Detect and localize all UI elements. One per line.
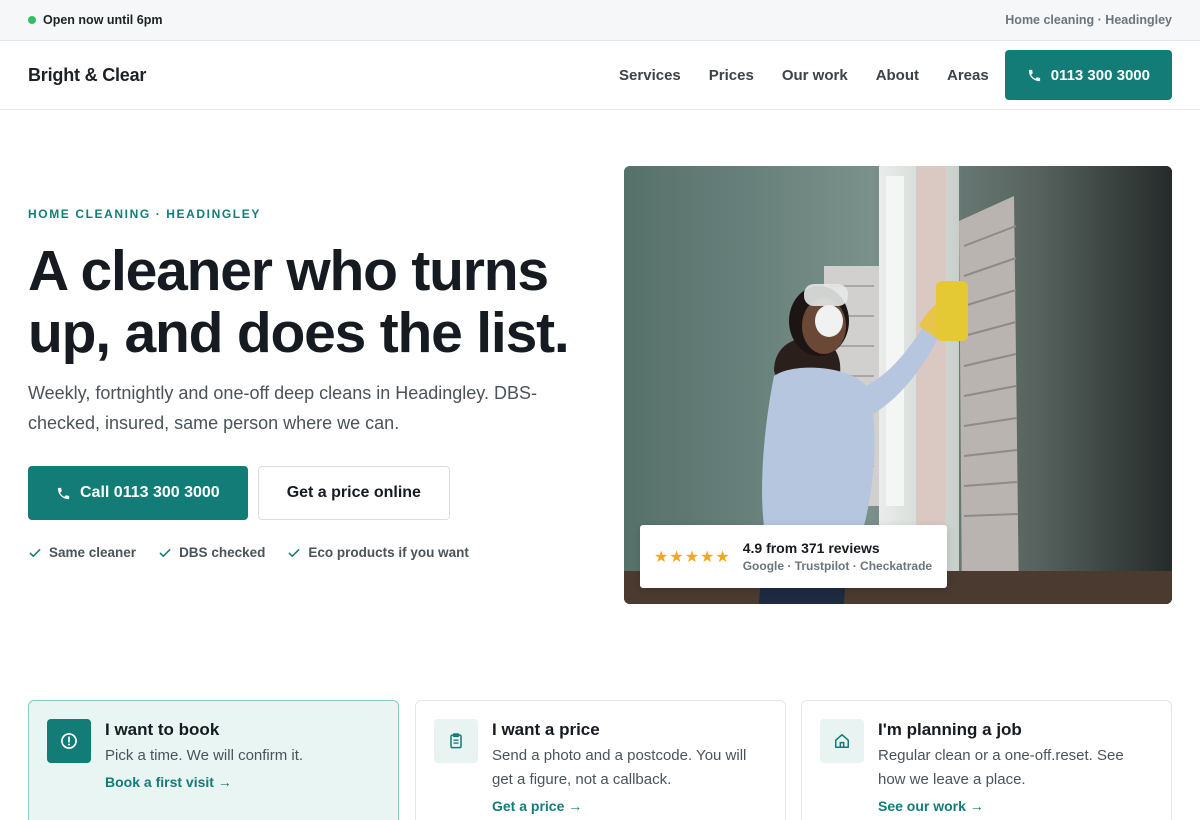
rating-stars-icon: ★★★★★	[654, 548, 731, 566]
check-item: Eco products if you want	[287, 545, 469, 560]
hero-call-label: Call 0113 300 3000	[80, 484, 220, 501]
phone-icon	[1028, 69, 1040, 81]
check-item: Same cleaner	[28, 545, 136, 560]
main-nav: Services Prices Our work About Areas 011…	[619, 50, 1172, 100]
card-content: I want to book Pick a time. We will conf…	[105, 719, 303, 820]
card-body: Regular clean or a one-off.reset. See ho…	[878, 747, 1124, 788]
check-label: Same cleaner	[49, 545, 137, 560]
check-item: DBS checked	[158, 545, 265, 560]
home-icon	[820, 719, 864, 763]
card-price[interactable]: I want a price Send a photo and a postco…	[415, 700, 786, 820]
hero-checklist: Same cleaner DBS checked Eco products if…	[28, 545, 469, 560]
open-status-text: Open now until 6pm	[43, 13, 163, 27]
nav-areas[interactable]: Areas	[947, 67, 989, 84]
review-text: 4.9 from 371 reviews Google · Trustpilot…	[743, 540, 932, 573]
nav-services[interactable]: Services	[619, 67, 681, 84]
hero-eyebrow: HOME CLEANING · HEADINGLEY	[28, 207, 261, 221]
header-call-label: 0113 300 3000	[1050, 66, 1150, 84]
see-our-work-link[interactable]: See our work →	[878, 798, 1153, 814]
card-content: I'm planning a job Regular clean or a on…	[878, 719, 1153, 820]
card-title: I want a price	[492, 720, 600, 739]
phone-icon	[57, 487, 70, 499]
brand-logo[interactable]: Bright & Clear	[28, 65, 146, 86]
open-status: Open now until 6pm	[28, 13, 162, 27]
nav-about[interactable]: About	[876, 67, 919, 84]
check-label: DBS checked	[179, 545, 266, 560]
review-badge[interactable]: ★★★★★ 4.9 from 371 reviews Google · Trus…	[640, 525, 947, 588]
card-title: I'm planning a job	[878, 720, 1022, 739]
hero-call-button[interactable]: Call 0113 300 3000	[28, 466, 248, 520]
hero-title: A cleaner who turns up, and does the lis…	[28, 239, 570, 365]
site-header: Bright & Clear Services Prices Our work …	[0, 41, 1200, 110]
topbar-tagline: Home cleaning · Headingley	[1005, 13, 1172, 27]
checkmark-icon	[288, 548, 300, 557]
open-dot-icon	[28, 16, 36, 24]
alert-circle-icon-svg	[61, 733, 77, 749]
review-sources: Google · Trustpilot · Checkatrade	[742, 559, 933, 573]
book-first-visit-link[interactable]: Book a first visit →	[105, 774, 303, 790]
home-icon-svg	[835, 734, 849, 748]
checkmark-icon	[29, 548, 41, 557]
check-label: Eco products if you want	[308, 545, 469, 560]
get-price-link[interactable]: Get a price →	[492, 798, 767, 814]
clipboard-icon-svg	[450, 733, 462, 749]
card-body: Send a photo and a postcode. You will ge…	[492, 747, 747, 788]
card-planning[interactable]: I'm planning a job Regular clean or a on…	[801, 700, 1172, 820]
card-content: I want a price Send a photo and a postco…	[492, 719, 767, 820]
top-bar: Open now until 6pm Home cleaning · Headi…	[0, 0, 1200, 41]
card-book[interactable]: I want to book Pick a time. We will conf…	[28, 700, 399, 820]
hero-subtitle: Weekly, fortnightly and one-off deep cle…	[28, 383, 537, 433]
alert-circle-icon	[47, 719, 91, 763]
review-score: 4.9 from 371 reviews	[742, 540, 880, 556]
header-call-button[interactable]: 0113 300 3000	[1004, 50, 1172, 100]
get-price-online-button[interactable]: Get a price online	[257, 466, 450, 520]
card-body: Pick a time. We will confirm it.	[105, 747, 304, 764]
clipboard-icon	[434, 719, 478, 763]
nav-our-work[interactable]: Our work	[782, 67, 848, 84]
nav-prices[interactable]: Prices	[709, 67, 754, 84]
hero-cta-row: Call 0113 300 3000 Get a price online	[28, 466, 450, 520]
card-title: I want to book	[105, 720, 220, 739]
checkmark-icon	[159, 548, 171, 557]
